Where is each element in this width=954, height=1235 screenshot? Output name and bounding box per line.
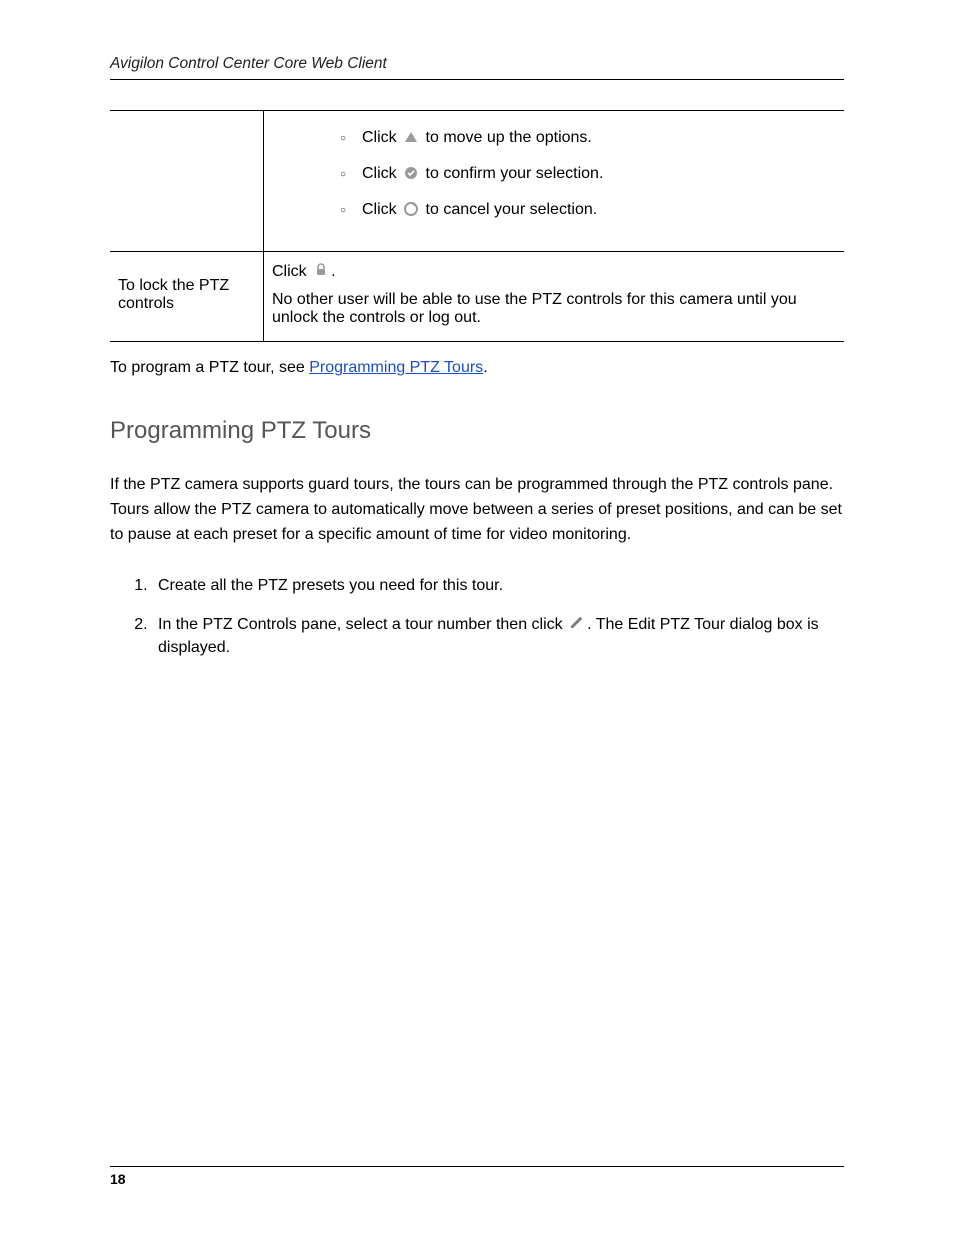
text: to cancel your selection.: [426, 201, 598, 218]
edit-pencil-icon: [569, 615, 585, 629]
table-cell-lock-label: To lock the PTZ controls: [110, 252, 263, 342]
section-heading: Programming PTZ Tours: [110, 417, 844, 445]
text: Click: [362, 129, 397, 146]
page-footer: 18: [110, 1166, 844, 1187]
text: to confirm your selection.: [426, 165, 604, 182]
table-cell-right-options: Click to move up the options. Click to c…: [263, 111, 844, 252]
list-item: Click to move up the options.: [362, 129, 836, 147]
up-arrow-icon: [403, 130, 419, 144]
list-item: Create all the PTZ presets you need for …: [152, 574, 844, 597]
page-number: 18: [110, 1171, 126, 1187]
steps-list: Create all the PTZ presets you need for …: [152, 574, 844, 660]
confirm-icon: [403, 166, 419, 180]
text: .: [483, 359, 487, 376]
text: to move up the options.: [426, 129, 592, 146]
ptz-actions-table: Click to move up the options. Click to c…: [110, 110, 844, 342]
text: Click: [362, 165, 397, 182]
list-item: In the PTZ Controls pane, select a tour …: [152, 613, 844, 659]
after-table-paragraph: To program a PTZ tour, see Programming P…: [110, 356, 844, 379]
lock-icon: [313, 262, 329, 276]
table-cell-left-empty: [110, 111, 263, 252]
lock-description: No other user will be able to use the PT…: [272, 291, 836, 327]
table-cell-lock-body: Click . No other user will be able to us…: [263, 252, 844, 342]
text: Click: [362, 201, 397, 218]
text: To program a PTZ tour, see: [110, 359, 309, 376]
text: .: [331, 263, 335, 280]
cancel-icon: [403, 202, 419, 216]
list-item: Click to confirm your selection.: [362, 165, 836, 183]
text: Click: [272, 263, 307, 280]
section-intro: If the PTZ camera supports guard tours, …: [110, 473, 844, 547]
text: In the PTZ Controls pane, select a tour …: [158, 616, 567, 633]
table-row: Click to move up the options. Click to c…: [110, 111, 844, 252]
page-header: Avigilon Control Center Core Web Client: [110, 55, 844, 80]
list-item: Click to cancel your selection.: [362, 201, 836, 219]
options-list: Click to move up the options. Click to c…: [362, 129, 836, 219]
table-row: To lock the PTZ controls Click . No othe…: [110, 252, 844, 342]
programming-ptz-tours-link[interactable]: Programming PTZ Tours: [309, 359, 483, 376]
